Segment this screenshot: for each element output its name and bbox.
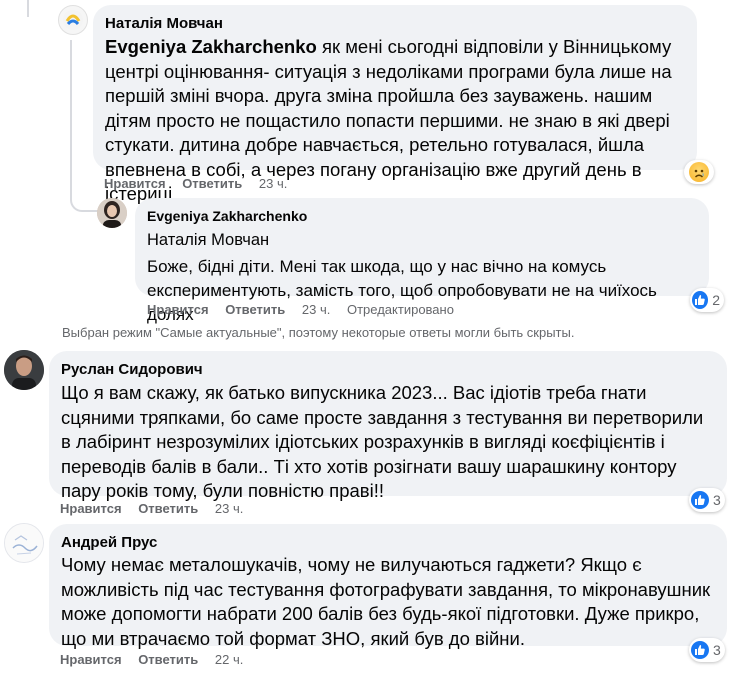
- timestamp[interactable]: 23 ч.: [259, 176, 287, 191]
- like-button[interactable]: Нравится: [147, 302, 209, 317]
- reply-button[interactable]: Ответить: [182, 176, 242, 191]
- mention-link[interactable]: Evgeniya Zakharchenko: [105, 36, 317, 57]
- filter-notice: Выбран режим "Самые актуальные", поэтому…: [62, 325, 575, 340]
- reply-button[interactable]: Ответить: [138, 652, 198, 667]
- reaction-summary[interactable]: 2: [690, 288, 724, 312]
- comment-author[interactable]: Evgeniya Zakharchenko: [147, 207, 697, 226]
- avatar-photo-icon: [4, 350, 44, 390]
- reaction-count: 2: [712, 292, 720, 308]
- reply-button[interactable]: Ответить: [138, 501, 198, 516]
- comment-author[interactable]: Андрей Прус: [61, 533, 715, 552]
- sad-reaction-icon: [689, 162, 709, 182]
- reaction-summary[interactable]: 3: [689, 488, 725, 512]
- avatar-emblem-icon: [63, 10, 83, 30]
- comment-actions: Нравится Ответить 23 ч.: [104, 175, 300, 193]
- like-button[interactable]: Нравится: [60, 501, 122, 516]
- timestamp[interactable]: 23 ч.: [215, 501, 243, 516]
- thread-line: [70, 40, 72, 200]
- comment-actions: Нравится Ответить 23 ч.: [60, 500, 256, 518]
- comment-bubble: Наталія Мовчан Evgeniya Zakharchenko як …: [93, 5, 697, 204]
- comment-bubble: Evgeniya Zakharchenko Наталія Мовчан Бож…: [135, 198, 709, 324]
- avatar-drawing-icon: [5, 524, 43, 562]
- comment-author[interactable]: Руслан Сидорович: [61, 360, 715, 379]
- timestamp[interactable]: 23 ч.: [302, 302, 330, 317]
- avatar-photo-icon: [97, 198, 127, 228]
- thumbs-up-icon: [691, 491, 709, 509]
- thread-line: [27, 0, 29, 17]
- comment-actions: Нравится Ответить 23 ч. Отредактировано: [147, 301, 467, 319]
- thumbs-up-icon: [692, 291, 709, 309]
- avatar[interactable]: [4, 350, 44, 390]
- comment-text: Чому немає металошукачів, чому не вилуча…: [61, 554, 711, 649]
- timestamp[interactable]: 22 ч.: [215, 652, 243, 667]
- thread-connector: [70, 192, 98, 212]
- like-button[interactable]: Нравится: [104, 176, 166, 191]
- comment-text: Що я вам скажу, як батько випускника 202…: [61, 382, 704, 501]
- comment-author[interactable]: Наталія Мовчан: [105, 14, 685, 33]
- edited-label[interactable]: Отредактировано: [347, 302, 454, 317]
- reaction-summary[interactable]: 3: [689, 638, 725, 662]
- avatar[interactable]: [58, 5, 88, 35]
- comment-actions: Нравится Ответить 22 ч.: [60, 651, 256, 669]
- comment-bubble: Руслан Сидорович Що я вам скажу, як бать…: [49, 351, 727, 501]
- avatar[interactable]: [97, 198, 127, 228]
- reaction-count: 3: [713, 492, 721, 508]
- avatar[interactable]: [4, 523, 44, 563]
- comment-mention-line[interactable]: Наталія Мовчан: [147, 229, 697, 251]
- reaction-summary[interactable]: [684, 160, 714, 184]
- reply-button[interactable]: Ответить: [225, 302, 285, 317]
- reaction-count: 3: [713, 642, 721, 658]
- like-button[interactable]: Нравится: [60, 652, 122, 667]
- comment-bubble: Андрей Прус Чому немає металошукачів, чо…: [49, 524, 727, 649]
- thumbs-up-icon: [691, 641, 709, 659]
